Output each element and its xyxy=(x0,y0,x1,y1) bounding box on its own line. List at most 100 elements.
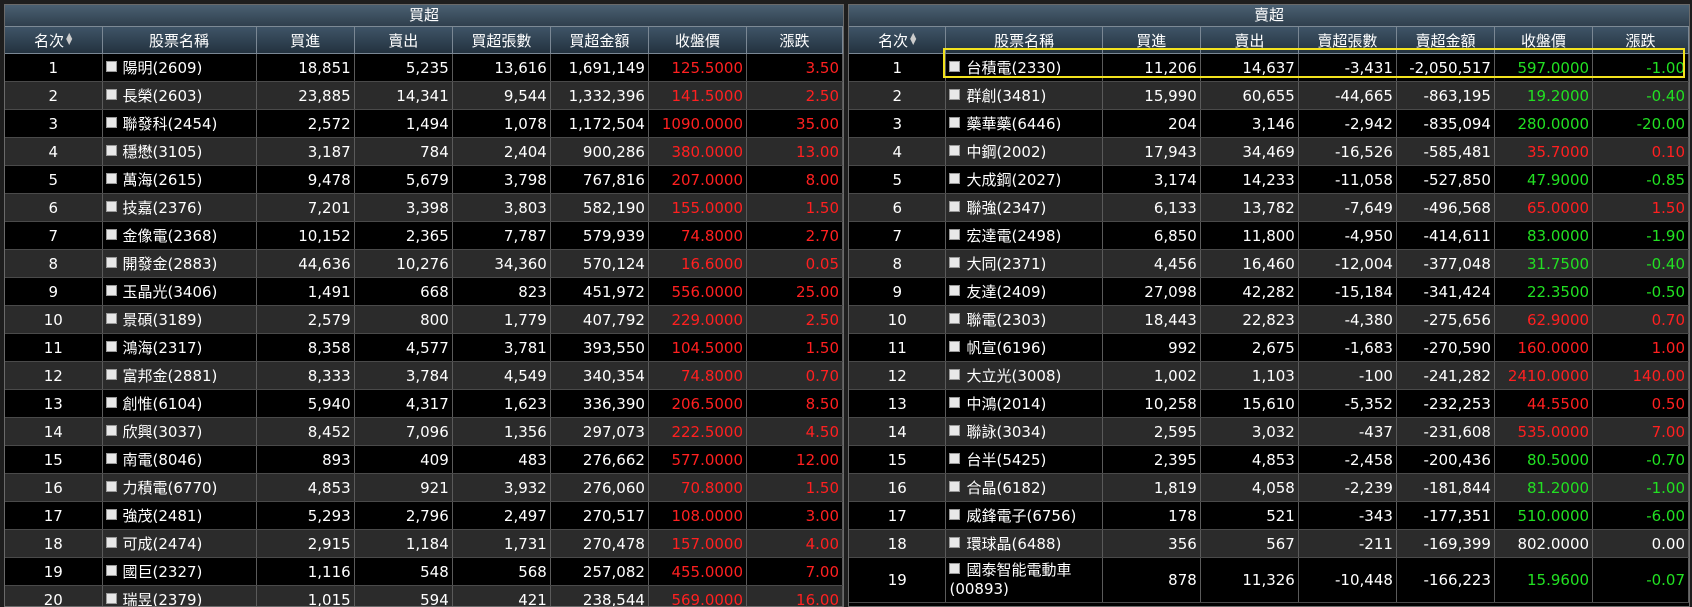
row-checkbox[interactable] xyxy=(949,341,960,352)
row-checkbox[interactable] xyxy=(949,453,960,464)
stock-name-cell[interactable]: 萬海(2615) xyxy=(102,166,256,194)
sell_panel-col-header-5[interactable]: 賣超金額 xyxy=(1396,27,1494,54)
buy_panel-col-header-1[interactable]: 股票名稱 xyxy=(102,27,256,54)
table-row[interactable]: 14欣興(3037)8,4527,0961,356297,073222.5000… xyxy=(5,418,843,446)
stock-name-cell[interactable]: 可成(2474) xyxy=(102,530,256,558)
buy_panel-col-header-0[interactable]: 名次▲▼ xyxy=(5,27,102,54)
stock-name-cell[interactable]: 大同(2371) xyxy=(946,250,1102,278)
stock-name-cell[interactable]: 大成鋼(2027) xyxy=(946,166,1102,194)
stock-name-cell[interactable]: 力積電(6770) xyxy=(102,474,256,502)
stock-name-cell[interactable]: 群創(3481) xyxy=(946,82,1102,110)
table-row[interactable]: 1台積電(2330)11,20614,637-3,431-2,050,51759… xyxy=(849,54,1689,82)
stock-name-cell[interactable]: 金像電(2368) xyxy=(102,222,256,250)
row-checkbox[interactable] xyxy=(106,285,117,296)
row-checkbox[interactable] xyxy=(106,369,117,380)
row-checkbox[interactable] xyxy=(106,145,117,156)
table-row[interactable]: 19國泰智能電動車(00893)87811,326-10,448-166,223… xyxy=(849,558,1689,603)
stock-name-cell[interactable]: 瑞昱(2379) xyxy=(102,586,256,607)
stock-name-cell[interactable]: 台積電(2330) xyxy=(946,54,1102,82)
row-checkbox[interactable] xyxy=(106,61,117,72)
row-checkbox[interactable] xyxy=(106,229,117,240)
table-row[interactable]: 1陽明(2609)18,8515,23513,6161,691,149125.5… xyxy=(5,54,843,82)
stock-name-cell[interactable]: 台半(5425) xyxy=(946,446,1102,474)
row-checkbox[interactable] xyxy=(106,425,117,436)
row-checkbox[interactable] xyxy=(949,257,960,268)
stock-name-cell[interactable]: 富邦金(2881) xyxy=(102,362,256,390)
sell_panel-col-header-2[interactable]: 買進 xyxy=(1102,27,1200,54)
table-row[interactable]: 16力積電(6770)4,8539213,932276,06070.80001.… xyxy=(5,474,843,502)
stock-name-cell[interactable]: 穩懋(3105) xyxy=(102,138,256,166)
row-checkbox[interactable] xyxy=(106,89,117,100)
table-row[interactable]: 12富邦金(2881)8,3333,7844,549340,35474.8000… xyxy=(5,362,843,390)
sell_panel-col-header-7[interactable]: 漲跌 xyxy=(1593,27,1689,54)
table-row[interactable]: 11帆宣(6196)9922,675-1,683-270,590160.0000… xyxy=(849,334,1689,362)
sell_panel-col-header-6[interactable]: 收盤價 xyxy=(1494,27,1592,54)
row-checkbox[interactable] xyxy=(106,257,117,268)
table-row[interactable]: 18環球晶(6488)356567-211-169,399802.00000.0… xyxy=(849,530,1689,558)
table-row[interactable]: 15台半(5425)2,3954,853-2,458-200,43680.500… xyxy=(849,446,1689,474)
stock-name-cell[interactable]: 聯強(2347) xyxy=(946,194,1102,222)
table-row[interactable]: 13創惟(6104)5,9404,3171,623336,390206.5000… xyxy=(5,390,843,418)
buy_panel-col-header-7[interactable]: 漲跌 xyxy=(747,27,843,54)
stock-name-cell[interactable]: 中鋼(2002) xyxy=(946,138,1102,166)
stock-name-cell[interactable]: 中鴻(2014) xyxy=(946,390,1102,418)
row-checkbox[interactable] xyxy=(949,537,960,548)
row-checkbox[interactable] xyxy=(949,425,960,436)
table-row[interactable]: 9友達(2409)27,09842,282-15,184-341,42422.3… xyxy=(849,278,1689,306)
stock-name-cell[interactable]: 南電(8046) xyxy=(102,446,256,474)
row-checkbox[interactable] xyxy=(949,481,960,492)
row-checkbox[interactable] xyxy=(106,509,117,520)
buy_panel-col-header-5[interactable]: 買超金額 xyxy=(550,27,648,54)
row-checkbox[interactable] xyxy=(106,397,117,408)
sort-arrows-icon[interactable]: ▲▼ xyxy=(910,33,916,45)
row-checkbox[interactable] xyxy=(949,509,960,520)
stock-name-cell[interactable]: 國巨(2327) xyxy=(102,558,256,586)
table-row[interactable]: 8大同(2371)4,45616,460-12,004-377,04831.75… xyxy=(849,250,1689,278)
buy_panel-col-header-2[interactable]: 買進 xyxy=(256,27,354,54)
stock-name-cell[interactable]: 欣興(3037) xyxy=(102,418,256,446)
table-row[interactable]: 19國巨(2327)1,116548568257,082455.00007.00 xyxy=(5,558,843,586)
stock-name-cell[interactable]: 友達(2409) xyxy=(946,278,1102,306)
row-checkbox[interactable] xyxy=(949,173,960,184)
row-checkbox[interactable] xyxy=(949,229,960,240)
row-checkbox[interactable] xyxy=(949,285,960,296)
stock-name-cell[interactable]: 玉晶光(3406) xyxy=(102,278,256,306)
stock-name-cell[interactable]: 聯詠(3034) xyxy=(946,418,1102,446)
row-checkbox[interactable] xyxy=(949,89,960,100)
stock-name-cell[interactable]: 技嘉(2376) xyxy=(102,194,256,222)
stock-name-cell[interactable]: 長榮(2603) xyxy=(102,82,256,110)
table-row[interactable]: 9玉晶光(3406)1,491668823451,972556.000025.0… xyxy=(5,278,843,306)
stock-name-cell[interactable]: 帆宣(6196) xyxy=(946,334,1102,362)
stock-name-cell[interactable]: 大立光(3008) xyxy=(946,362,1102,390)
table-row[interactable]: 17強茂(2481)5,2932,7962,497270,517108.0000… xyxy=(5,502,843,530)
sort-arrows-icon[interactable]: ▲▼ xyxy=(66,33,72,45)
row-checkbox[interactable] xyxy=(106,201,117,212)
table-row[interactable]: 8開發金(2883)44,63610,27634,360570,12416.60… xyxy=(5,250,843,278)
buy_panel-col-header-3[interactable]: 賣出 xyxy=(354,27,452,54)
table-row[interactable]: 10聯電(2303)18,44322,823-4,380-275,65662.9… xyxy=(849,306,1689,334)
stock-name-cell[interactable]: 聯發科(2454) xyxy=(102,110,256,138)
table-row[interactable]: 6聯強(2347)6,13313,782-7,649-496,56865.000… xyxy=(849,194,1689,222)
row-checkbox[interactable] xyxy=(949,313,960,324)
table-row[interactable]: 3聯發科(2454)2,5721,4941,0781,172,5041090.0… xyxy=(5,110,843,138)
table-row[interactable]: 18可成(2474)2,9151,1841,731270,478157.0000… xyxy=(5,530,843,558)
table-row[interactable]: 7金像電(2368)10,1522,3657,787579,93974.8000… xyxy=(5,222,843,250)
row-checkbox[interactable] xyxy=(106,173,117,184)
table-row[interactable]: 5大成鋼(2027)3,17414,233-11,058-527,85047.9… xyxy=(849,166,1689,194)
table-row[interactable]: 2長榮(2603)23,88514,3419,5441,332,396141.5… xyxy=(5,82,843,110)
stock-name-cell[interactable]: 威鋒電子(6756) xyxy=(946,502,1102,530)
table-row[interactable]: 16合晶(6182)1,8194,058-2,239-181,84481.200… xyxy=(849,474,1689,502)
buy_panel-col-header-4[interactable]: 買超張數 xyxy=(452,27,550,54)
table-row[interactable]: 15南電(8046)893409483276,662577.000012.00 xyxy=(5,446,843,474)
stock-name-cell[interactable]: 鴻海(2317) xyxy=(102,334,256,362)
row-checkbox[interactable] xyxy=(949,145,960,156)
row-checkbox[interactable] xyxy=(106,453,117,464)
stock-name-cell[interactable]: 聯電(2303) xyxy=(946,306,1102,334)
stock-name-cell[interactable]: 藥華藥(6446) xyxy=(946,110,1102,138)
row-checkbox[interactable] xyxy=(949,369,960,380)
sell_panel-col-header-0[interactable]: 名次▲▼ xyxy=(849,27,946,54)
stock-name-cell[interactable]: 陽明(2609) xyxy=(102,54,256,82)
table-row[interactable]: 14聯詠(3034)2,5953,032-437-231,608535.0000… xyxy=(849,418,1689,446)
table-row[interactable]: 4中鋼(2002)17,94334,469-16,526-585,48135.7… xyxy=(849,138,1689,166)
table-row[interactable]: 12大立光(3008)1,0021,103-100-241,2822410.00… xyxy=(849,362,1689,390)
